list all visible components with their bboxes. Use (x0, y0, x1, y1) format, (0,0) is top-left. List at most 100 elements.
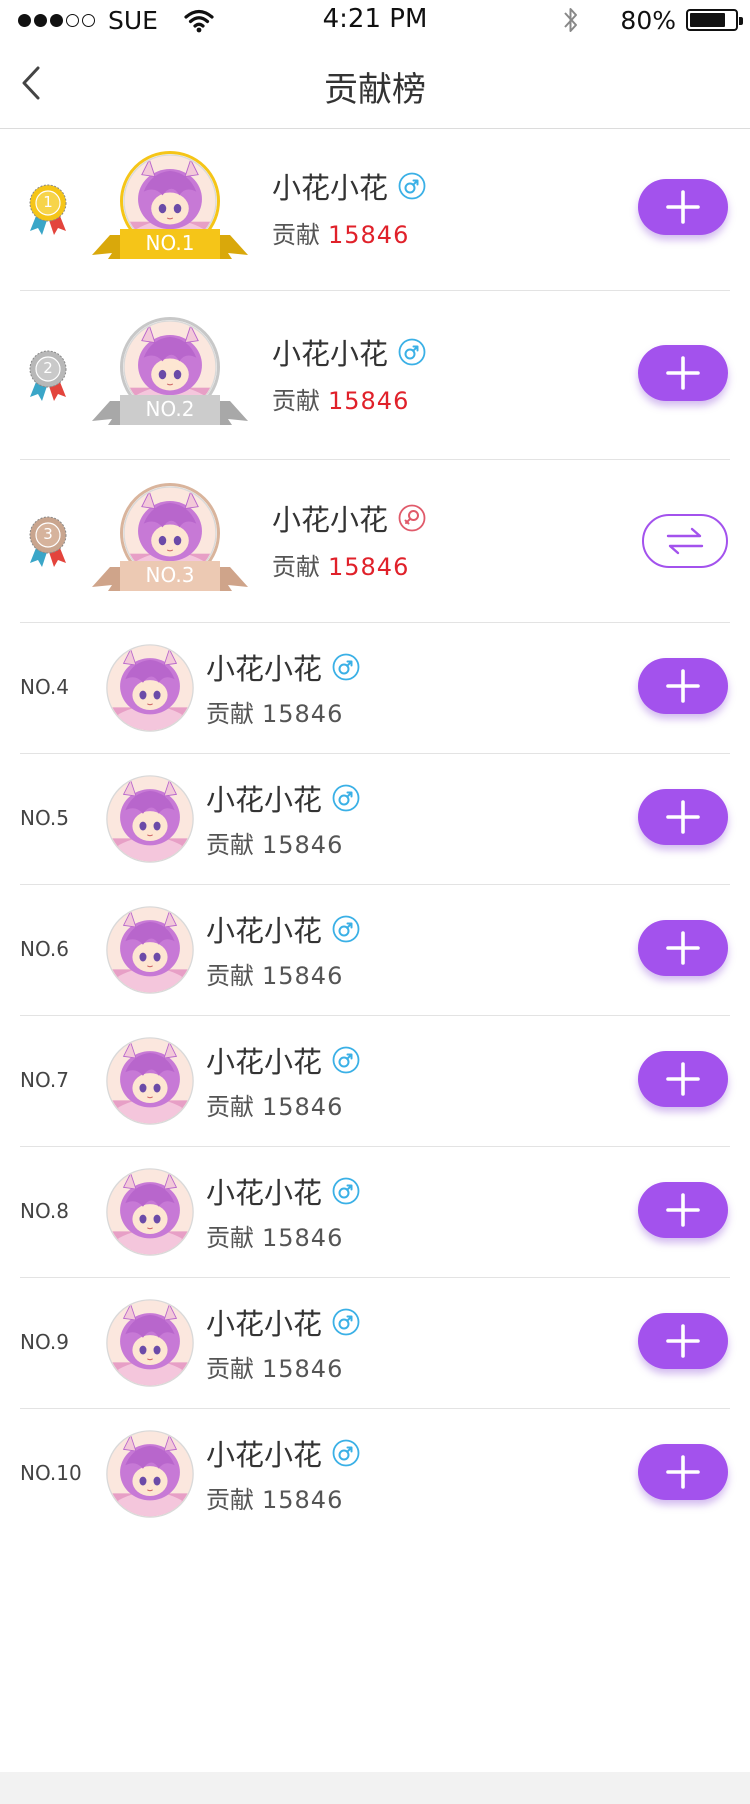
follow-button[interactable] (638, 179, 728, 235)
user-name-line: 小花小花 (206, 1301, 360, 1343)
male-icon (332, 653, 360, 681)
rank-number: NO.7 (20, 1068, 69, 1092)
male-icon (332, 784, 360, 812)
medal-number: 1 (43, 193, 53, 211)
follow-button[interactable] (638, 920, 728, 976)
rank-row: NO.10 小花小花 贡献 15846 (20, 1409, 730, 1539)
avatar[interactable] (106, 906, 194, 994)
medal-badge: 1 (26, 181, 70, 237)
rank-ribbon-label: NO.1 (145, 231, 195, 255)
user-name-line: 小花小花 (272, 165, 426, 207)
plus-icon (666, 1324, 700, 1358)
rank-row: NO.8 小花小花 贡献 15846 (20, 1147, 730, 1278)
avatar[interactable] (106, 1037, 194, 1125)
mutual-follow-button[interactable] (642, 514, 728, 568)
contribution-label: 贡献 (272, 387, 320, 415)
contribution: 贡献 15846 (206, 694, 343, 729)
follow-button[interactable] (638, 1313, 728, 1369)
user-name: 小花小花 (206, 1438, 323, 1472)
plus-icon (666, 800, 700, 834)
rank-row: NO.6 小花小花 贡献 15846 (20, 885, 730, 1016)
rank-number: NO.4 (20, 675, 69, 699)
male-icon (332, 1439, 360, 1467)
contribution-score: 15846 (262, 700, 344, 728)
avatar[interactable] (106, 1299, 194, 1387)
user-name-line: 小花小花 (272, 331, 426, 373)
status-bar: SUE 4:21 PM 80% (0, 0, 750, 40)
follow-button[interactable] (638, 789, 728, 845)
medal-number: 2 (43, 359, 53, 377)
user-name: 小花小花 (272, 171, 389, 205)
rank-number: NO.6 (20, 937, 69, 961)
user-name: 小花小花 (206, 783, 323, 817)
nav-bar: 贡献榜 (0, 40, 750, 129)
rank-number: NO.8 (20, 1199, 69, 1223)
rank-number: NO.5 (20, 806, 69, 830)
user-name-line: 小花小花 (206, 1039, 360, 1081)
contribution-score: 15846 (328, 221, 410, 249)
avatar-image (106, 1299, 194, 1387)
contribution-label: 贡献 (272, 553, 320, 581)
contribution: 贡献 15846 (272, 547, 409, 582)
avatar[interactable]: NO.3 (90, 483, 250, 599)
user-name-line: 小花小花 (272, 497, 426, 539)
user-name: 小花小花 (206, 914, 323, 948)
user-name-line: 小花小花 (206, 646, 360, 688)
contribution-label: 贡献 (272, 221, 320, 249)
follow-button[interactable] (638, 1051, 728, 1107)
male-icon (398, 338, 426, 366)
user-name: 小花小花 (206, 1307, 323, 1341)
male-icon (332, 1177, 360, 1205)
top-rank-row: 1 NO.1 小花小花 贡献 15846 (20, 128, 730, 291)
page-title: 贡献榜 (324, 70, 426, 110)
avatar[interactable] (106, 1168, 194, 1256)
male-icon (398, 172, 426, 200)
rank-ribbon-label: NO.3 (145, 563, 195, 587)
contribution: 贡献 15846 (206, 1480, 343, 1515)
plus-icon (666, 669, 700, 703)
follow-button[interactable] (638, 658, 728, 714)
male-icon (332, 915, 360, 943)
rank-number: NO.10 (20, 1461, 82, 1485)
avatar-image (106, 1037, 194, 1125)
top-rank-row: 3 NO.3 小花小花 贡献 15846 (20, 460, 730, 623)
bluetooth-icon (564, 8, 578, 32)
avatar[interactable] (106, 775, 194, 863)
follow-button[interactable] (638, 345, 728, 401)
follow-button[interactable] (638, 1182, 728, 1238)
avatar[interactable] (106, 644, 194, 732)
rank-row: NO.5 小花小花 贡献 15846 (20, 754, 730, 885)
rank-row: NO.7 小花小花 贡献 15846 (20, 1016, 730, 1147)
rank-row: NO.4 小花小花 贡献 15846 (20, 623, 730, 754)
plus-icon (666, 1193, 700, 1227)
medal-badge: 3 (26, 513, 70, 569)
contribution: 贡献 15846 (272, 381, 409, 416)
contribution-score: 15846 (262, 1093, 344, 1121)
plus-icon (666, 931, 700, 965)
bottom-spacer (0, 1772, 750, 1804)
contribution-score: 15846 (262, 1486, 344, 1514)
user-name-line: 小花小花 (206, 1432, 360, 1474)
user-name: 小花小花 (272, 337, 389, 371)
contribution-label: 贡献 (206, 700, 254, 728)
contribution-label: 贡献 (206, 831, 254, 859)
user-name-line: 小花小花 (206, 1170, 360, 1212)
contribution: 贡献 15846 (206, 825, 343, 860)
male-icon (332, 1046, 360, 1074)
status-right: 80% (562, 5, 743, 35)
follow-button[interactable] (638, 1444, 728, 1500)
female-icon (398, 504, 426, 532)
avatar[interactable]: NO.1 (90, 151, 250, 267)
medal-badge: 2 (26, 347, 70, 403)
user-name-line: 小花小花 (206, 908, 360, 950)
avatar[interactable]: NO.2 (90, 317, 250, 433)
avatar-image (106, 1168, 194, 1256)
rank-ribbon-label: NO.2 (145, 397, 195, 421)
contribution-label: 贡献 (206, 962, 254, 990)
plus-icon (666, 1062, 700, 1096)
contribution-score: 15846 (328, 553, 410, 581)
avatar[interactable] (106, 1430, 194, 1518)
plus-icon (666, 356, 700, 390)
contribution-label: 贡献 (206, 1355, 254, 1383)
avatar-image (106, 906, 194, 994)
